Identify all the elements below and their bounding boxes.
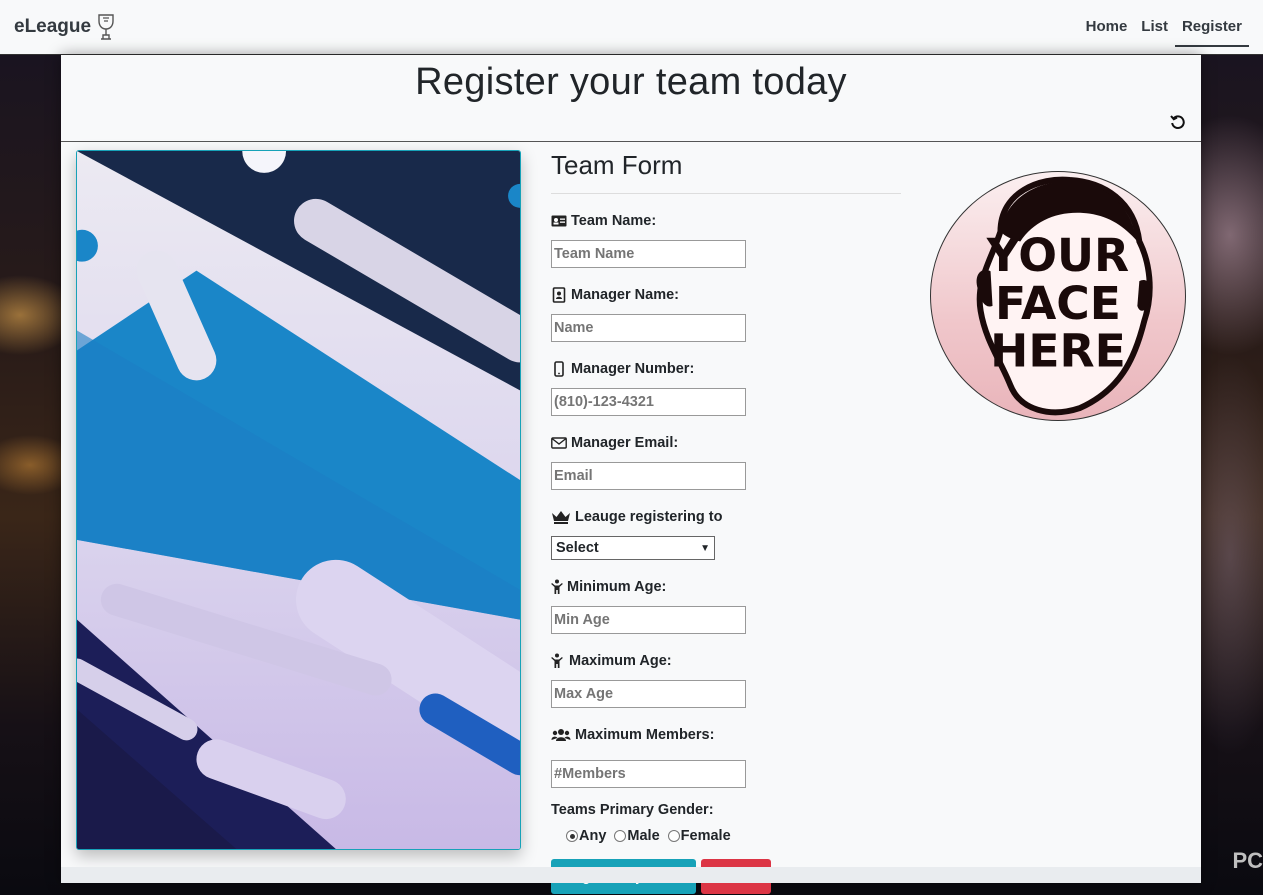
id-card-icon [551,213,567,229]
max-age-label: Maximum Age: [551,650,901,672]
gender-female-label: Female [680,828,731,844]
users-icon [551,727,571,743]
manager-email-label-text: Manager Email: [571,435,679,451]
nav-list[interactable]: List [1134,12,1175,42]
gender-male-radio[interactable]: Male [614,828,660,844]
register-panel: Register your team today Team Form Team … [61,55,1201,894]
decorative-artwork [76,150,521,850]
max-age-input[interactable] [551,680,746,708]
manager-name-label: Manager Name: [551,284,901,306]
brand[interactable]: eLeague [14,12,117,42]
team-form: Team Form Team Name: Manager Name: Manag… [551,150,901,894]
manager-number-label: Manager Number: [551,358,901,380]
mobile-phone-icon [551,361,567,377]
gender-any-label: Any [579,828,607,844]
radio-unselected-icon [614,830,627,842]
nav-links: Home List Register [1079,0,1249,55]
league-select-value: Select [556,540,599,556]
min-age-label: Minimum Age: [551,576,901,598]
background-corner-text: PC [1232,848,1263,873]
max-members-input[interactable] [551,760,746,788]
child-icon [551,653,565,669]
svg-text:FACE: FACE [995,277,1121,330]
svg-text:HERE: HERE [990,324,1126,377]
min-age-label-text: Minimum Age: [567,579,667,595]
min-age-input[interactable] [551,606,746,634]
manager-email-input[interactable] [551,462,746,490]
page-header: Register your team today [61,55,1201,142]
radio-selected-icon [566,830,578,842]
league-label: Leauge registering to [551,506,901,528]
your-face-here-image: YOUR FACE HERE [976,176,1153,416]
team-logo-upload[interactable]: YOUR FACE HERE [930,171,1186,421]
gender-any-radio[interactable]: Any [566,828,606,844]
manager-name-label-text: Manager Name: [571,287,679,303]
form-title: Team Form [551,150,901,194]
radio-unselected-icon [667,830,680,842]
panel-footer-strip [61,867,1201,883]
team-name-label: Team Name: [551,210,901,232]
svg-text:YOUR: YOUR [986,229,1129,282]
trophy-icon [98,14,114,40]
league-label-text: Leauge registering to [575,509,723,525]
gender-radio-group: Any Male Female [551,828,901,844]
envelope-icon [551,435,567,451]
gender-male-label: Male [627,828,660,844]
manager-number-input[interactable] [551,388,746,416]
navbar: eLeague Home List Register [0,0,1263,55]
caret-down-icon: ▼ [700,542,710,554]
team-name-label-text: Team Name: [571,213,657,229]
max-age-label-text: Maximum Age: [569,653,672,669]
crown-icon [551,509,571,525]
team-name-input[interactable] [551,240,746,268]
undo-icon[interactable] [1169,113,1187,131]
gender-label: Teams Primary Gender: [551,802,714,818]
max-members-label-text: Maximum Members: [575,727,715,743]
manager-email-label: Manager Email: [551,432,901,454]
child-icon [551,579,563,595]
brand-name: eLeague [14,16,92,37]
nav-register[interactable]: Register [1174,12,1249,47]
page-title: Register your team today [415,61,847,103]
nav-home[interactable]: Home [1079,12,1135,42]
manager-name-input[interactable] [551,314,746,342]
max-members-label: Maximum Members: [551,724,901,746]
league-select[interactable]: Select ▼ [551,536,715,560]
address-book-icon [551,287,567,303]
gender-female-radio[interactable]: Female [667,828,731,844]
manager-number-label-text: Manager Number: [571,361,695,377]
